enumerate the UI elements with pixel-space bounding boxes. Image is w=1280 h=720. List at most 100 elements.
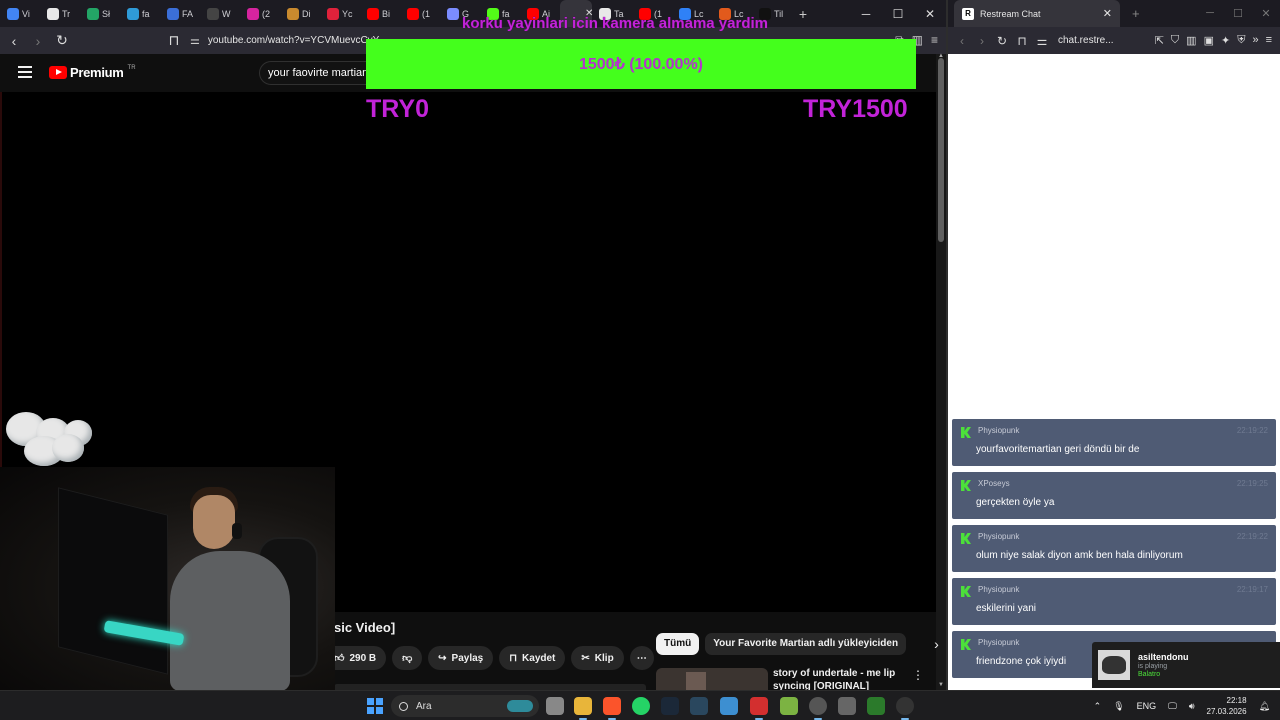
bookmark-icon[interactable]: ⊓	[1012, 34, 1032, 48]
sidebar-icon[interactable]: ▥	[1186, 34, 1196, 47]
close-window-button[interactable]: ✕	[1252, 7, 1280, 20]
language-indicator[interactable]: ENG	[1137, 701, 1157, 711]
brave-browser-icon[interactable]	[603, 697, 621, 720]
menu-hamburger-icon[interactable]	[18, 66, 32, 78]
taskbar-search-placeholder: Ara	[416, 700, 432, 712]
share-button[interactable]: ↪ Paylaş	[428, 646, 494, 670]
menu-icon[interactable]: ≡	[1266, 34, 1272, 47]
chat-tab-bar: R Restream Chat ✕ + ─ ☐ ✕	[948, 0, 1280, 27]
chat-url-text[interactable]: chat.restre...	[1058, 35, 1114, 46]
reload-button[interactable]: ↻	[992, 34, 1012, 48]
chevron-right-icon[interactable]: ›	[934, 636, 939, 652]
close-tab-icon[interactable]: ✕	[1103, 7, 1112, 20]
close-window-button[interactable]: ✕	[914, 7, 946, 21]
l-icon	[127, 7, 139, 20]
scrollbar-thumb[interactable]	[938, 58, 944, 242]
vpn-icon[interactable]: ⛨	[1237, 34, 1245, 47]
browser-tab[interactable]: W	[200, 0, 240, 27]
play-app-icon[interactable]	[867, 697, 885, 715]
taskbar-search[interactable]: Ara	[391, 695, 539, 717]
like-button[interactable]: 👍︎ 290 B	[330, 646, 387, 670]
chip-from-uploader[interactable]: Your Favorite Martian adlı yükleyiciden	[705, 633, 907, 655]
back-button[interactable]: ‹	[952, 34, 972, 48]
search-input[interactable]: your faovirte martian	[259, 61, 369, 85]
browser-tab[interactable]: fa	[120, 0, 160, 27]
browser-tab[interactable]: Di	[280, 0, 320, 27]
chat-tab-title: Restream Chat	[980, 8, 1041, 19]
share-icon[interactable]: ⇱	[1155, 34, 1164, 47]
whatsapp-icon[interactable]	[632, 697, 650, 715]
tab-restream-chat[interactable]: R Restream Chat ✕	[954, 0, 1120, 27]
obs-icon[interactable]	[809, 697, 827, 720]
browser-tab[interactable]: FA	[160, 0, 200, 27]
back-button[interactable]: ‹	[4, 33, 24, 49]
brave-shield-icon[interactable]: ⛉	[1171, 34, 1179, 47]
avatar	[1098, 650, 1130, 680]
recommendation-thumbnail[interactable]	[656, 668, 768, 690]
browser-tab-label: Vi	[22, 8, 30, 19]
bookmark-save-icon: ⊓	[509, 652, 518, 664]
chip-all[interactable]: Tümü	[656, 633, 700, 655]
more-chevrons-icon[interactable]: »	[1252, 34, 1258, 47]
minimize-button[interactable]: ─	[1196, 7, 1224, 20]
url-text: youtube.com/watch?v=YCVMuevcCvY	[207, 35, 380, 46]
maximize-button[interactable]: ☐	[882, 7, 914, 21]
save-label: Kaydet	[522, 652, 556, 664]
restream-logo-icon: R	[962, 7, 974, 20]
chat-toolbar-icons: ⇱ ⛉ ▥ ▣ ✦ ⛨ » ≡	[1155, 34, 1280, 47]
url-field[interactable]: ⚌ youtube.com/watch?v=YCVMuevcCvY	[190, 34, 379, 47]
now-playing-user: asiltendonu	[1138, 652, 1189, 662]
youtube-icon	[327, 7, 339, 20]
site-settings-icon[interactable]: ⚌	[190, 34, 200, 47]
browser-tab[interactable]: Vi	[0, 0, 40, 27]
browser-tab[interactable]: Bi	[360, 0, 400, 27]
browser-tab[interactable]: Tr	[40, 0, 80, 27]
forward-button[interactable]: ›	[28, 33, 48, 49]
recommendation-more-icon[interactable]: ⋮	[912, 668, 924, 682]
tray-chevron-up-icon[interactable]: ⌃	[1094, 701, 1102, 712]
site-settings-icon[interactable]: ⚌	[1032, 34, 1052, 48]
page-scrollbar[interactable]: ▲ ▼	[936, 53, 946, 690]
menu-icon[interactable]: ≡	[931, 33, 938, 48]
ai-icon[interactable]: ✦	[1221, 34, 1230, 47]
microphone-icon[interactable]: 🎙︎	[1113, 701, 1124, 712]
start-windows-icon[interactable]	[367, 698, 383, 714]
steam-alt-icon[interactable]	[690, 697, 708, 715]
new-tab-button[interactable]: +	[792, 6, 814, 22]
browser-tab[interactable]: Sł	[80, 0, 120, 27]
forward-button[interactable]: ›	[972, 34, 992, 48]
browser-tab-label: Sł	[102, 8, 111, 19]
browser-tab[interactable]: Yc	[320, 0, 360, 27]
scroll-down-icon[interactable]: ▼	[938, 682, 944, 688]
network-icon[interactable]: 🖵︎	[1168, 701, 1177, 712]
more-actions-button[interactable]: ⋯	[629, 646, 654, 670]
youtube-icon	[367, 7, 379, 20]
dislike-button[interactable]: 👎︎	[392, 646, 423, 670]
share-label: Paylaş	[451, 652, 484, 664]
file-explorer-icon[interactable]	[574, 697, 592, 720]
browser-tab-label: (1	[422, 8, 431, 19]
settings-gear-icon[interactable]	[720, 697, 738, 715]
steam-icon[interactable]	[661, 697, 679, 715]
maximize-button[interactable]: ☐	[1224, 7, 1252, 20]
clock[interactable]: 22:18 27.03.2026	[1207, 695, 1247, 717]
save-button[interactable]: ⊓ Kaydet	[499, 646, 566, 670]
chat-timestamp: 22:19:25	[1236, 479, 1268, 488]
wallet-icon[interactable]: ▣	[1204, 34, 1214, 47]
bookmark-icon[interactable]: ⊓	[164, 32, 184, 49]
new-tab-button[interactable]: +	[1132, 6, 1140, 21]
volume-icon[interactable]: 🔊︎	[1189, 701, 1195, 712]
minimize-button[interactable]: ─	[850, 7, 882, 21]
task-view-icon[interactable]	[546, 697, 564, 715]
app-icon[interactable]	[838, 697, 856, 715]
android-app-icon[interactable]	[780, 697, 798, 715]
notification-bell-icon[interactable]: 🔔︎	[1259, 701, 1270, 712]
media-player-icon[interactable]	[896, 697, 914, 720]
browser-tab[interactable]: (1	[400, 0, 440, 27]
browser-tab[interactable]: (2	[240, 0, 280, 27]
youtube-logo[interactable]: Premium TR	[49, 65, 136, 80]
recording-app-icon[interactable]	[750, 697, 768, 720]
chat-message: XPoseys 22:19:25 gerçekten öyle ya	[952, 472, 1276, 519]
reload-button[interactable]: ↻	[52, 32, 72, 49]
clip-button[interactable]: ✂ Klip	[571, 646, 624, 670]
